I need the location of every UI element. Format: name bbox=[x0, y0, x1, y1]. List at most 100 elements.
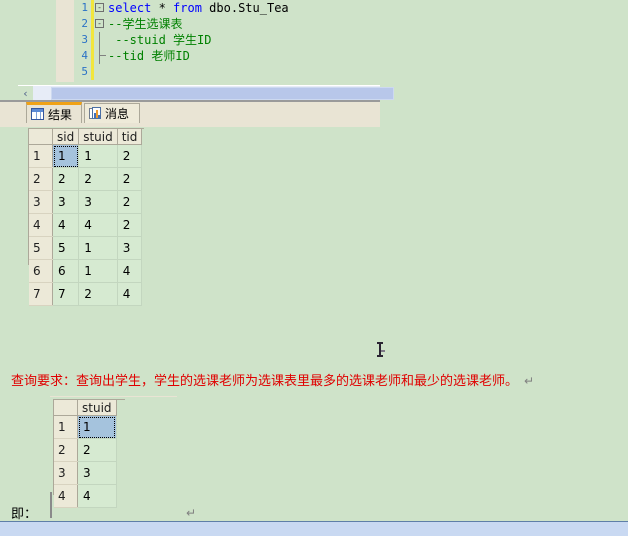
outline-guide-line bbox=[99, 48, 100, 64]
grid-cell[interactable]: 1 bbox=[78, 259, 118, 283]
editor-code-lines: 1- select * from dbo.Stu_Tea 2- --学生选课表 3 --… bbox=[0, 0, 628, 80]
line-number: 3 bbox=[81, 33, 88, 46]
grid-cell[interactable]: 2 bbox=[117, 144, 143, 168]
code-token: --学生选课表 bbox=[108, 17, 183, 31]
tab-results[interactable]: 结果 bbox=[26, 102, 82, 123]
row-number-cell[interactable]: 6 bbox=[29, 259, 53, 283]
scroll-left-arrow-icon[interactable]: ‹ bbox=[18, 86, 33, 101]
code-line[interactable]: 4 --tid 老师ID bbox=[0, 48, 628, 64]
scrollbar-track[interactable] bbox=[33, 86, 394, 101]
row-number-cell[interactable]: 4 bbox=[29, 213, 53, 237]
code-text: --tid 老师ID bbox=[108, 48, 190, 64]
tab-results-label: 结果 bbox=[48, 107, 73, 122]
row-number-cell[interactable]: 1 bbox=[54, 415, 78, 439]
table-row[interactable]: 6614 bbox=[29, 259, 143, 283]
table-row[interactable]: 5513 bbox=[29, 236, 143, 260]
code-line[interactable]: 2- --学生选课表 bbox=[0, 16, 628, 32]
tab-messages-label: 消息 bbox=[105, 107, 130, 121]
editor-horizontal-scrollbar[interactable]: ‹ bbox=[18, 85, 394, 101]
code-line[interactable]: 5 bbox=[0, 64, 628, 80]
code-token: dbo.Stu_Tea bbox=[201, 1, 289, 15]
grid-cell[interactable]: 1 bbox=[77, 415, 117, 439]
outline-end-tick bbox=[99, 55, 106, 56]
grid-cell[interactable]: 3 bbox=[117, 236, 143, 260]
second-results-grid[interactable]: stuid 1 1 2 2 3 3 4 4 bbox=[54, 400, 117, 508]
column-header[interactable]: stuid bbox=[78, 129, 118, 145]
grid-cell[interactable]: 3 bbox=[77, 461, 117, 485]
grid-cell[interactable]: 2 bbox=[77, 438, 117, 462]
grid-header-row: stuid bbox=[54, 400, 117, 416]
bottom-status-bar bbox=[0, 521, 628, 536]
row-number-cell[interactable]: 5 bbox=[29, 236, 53, 260]
code-text: --学生选课表 bbox=[108, 16, 182, 32]
table-row[interactable]: 22 bbox=[54, 438, 117, 462]
table-row[interactable]: 4442 bbox=[29, 213, 143, 237]
table-row[interactable]: 7724 bbox=[29, 282, 143, 306]
table-row[interactable]: 11 bbox=[54, 415, 117, 439]
grid-cell[interactable]: 2 bbox=[117, 213, 143, 237]
grid-cell[interactable]: 5 bbox=[52, 236, 80, 260]
conclusion-paragraph-mark-icon: ↵ bbox=[186, 506, 197, 520]
table-row[interactable]: 1112 bbox=[29, 144, 143, 168]
paragraph-mark-icon: ↵ bbox=[524, 374, 535, 388]
grid-cell[interactable]: 1 bbox=[52, 144, 80, 168]
line-number: 2 bbox=[81, 17, 88, 30]
code-text: select * from dbo.Stu_Tea bbox=[108, 0, 289, 16]
grid-corner-cell[interactable] bbox=[29, 129, 53, 145]
code-line[interactable]: 1- select * from dbo.Stu_Tea bbox=[0, 0, 628, 16]
results-grid[interactable]: sid stuid tid 1 1 1 2 2 2 2 2 3 3 3 2 4 4 4 2 5 5 1 3 6 6 1 4 7 7 2 4 bbox=[29, 129, 143, 306]
table-row[interactable]: 2222 bbox=[29, 167, 143, 191]
grid-cell[interactable]: 1 bbox=[78, 144, 118, 168]
row-number-cell[interactable]: 2 bbox=[54, 438, 78, 462]
code-token: select bbox=[108, 1, 152, 15]
line-number: 1 bbox=[81, 1, 88, 14]
table-row[interactable]: 44 bbox=[54, 484, 117, 508]
row-number-cell[interactable]: 1 bbox=[29, 144, 53, 168]
grid-cell[interactable]: 3 bbox=[78, 190, 118, 214]
outline-collapse-icon[interactable]: - bbox=[95, 19, 104, 28]
grid-cell[interactable]: 6 bbox=[52, 259, 80, 283]
grid-cell[interactable]: 2 bbox=[78, 282, 118, 306]
line-number: 5 bbox=[81, 65, 88, 78]
second-grid-rule bbox=[50, 396, 177, 397]
grid-cell[interactable]: 2 bbox=[117, 167, 143, 191]
text-ibeam-cursor bbox=[375, 342, 387, 362]
outline-guide-line bbox=[99, 32, 100, 48]
table-row[interactable]: 3332 bbox=[29, 190, 143, 214]
column-header[interactable]: sid bbox=[52, 129, 80, 145]
row-number-cell[interactable]: 3 bbox=[29, 190, 53, 214]
outline-collapse-icon[interactable]: - bbox=[95, 3, 104, 12]
grid-corner-cell[interactable] bbox=[54, 400, 78, 416]
code-line[interactable]: 3 --stuid 学生ID bbox=[0, 32, 628, 48]
grid-cell[interactable]: 4 bbox=[117, 259, 143, 283]
table-row[interactable]: 33 bbox=[54, 461, 117, 485]
grid-cell[interactable]: 4 bbox=[77, 484, 117, 508]
requirement-text: 查询要求：查询出学生，学生的选课老师为选课表里最多的选课老师和最少的选课老师。 bbox=[11, 374, 519, 389]
line-number: 4 bbox=[81, 49, 88, 62]
row-number-cell[interactable]: 4 bbox=[54, 484, 78, 508]
code-token: --tid 老师ID bbox=[108, 49, 190, 63]
row-number-cell[interactable]: 2 bbox=[29, 167, 53, 191]
grid-header-row: sid stuid tid bbox=[29, 129, 143, 145]
code-token: --stuid 学生ID bbox=[108, 33, 212, 47]
grid-cell[interactable]: 2 bbox=[117, 190, 143, 214]
grid-cell[interactable]: 7 bbox=[52, 282, 80, 306]
grid-cell[interactable]: 1 bbox=[78, 236, 118, 260]
grid-cell[interactable]: 2 bbox=[52, 167, 80, 191]
grid-cell[interactable]: 4 bbox=[117, 282, 143, 306]
requirement-text-line: 查询要求：查询出学生，学生的选课老师为选课表里最多的选课老师和最少的选课老师。 ↵ bbox=[11, 370, 534, 389]
grid-cell[interactable]: 4 bbox=[78, 213, 118, 237]
tab-messages[interactable]: 消息 bbox=[84, 103, 140, 123]
column-header[interactable]: tid bbox=[117, 129, 143, 145]
sql-code-editor[interactable]: 1- select * from dbo.Stu_Tea 2- --学生选课表 3 --… bbox=[0, 0, 628, 82]
column-header[interactable]: stuid bbox=[77, 400, 117, 416]
row-number-cell[interactable]: 7 bbox=[29, 282, 53, 306]
grid-cell[interactable]: 3 bbox=[52, 190, 80, 214]
report-icon bbox=[89, 107, 101, 120]
text-insertion-caret bbox=[50, 492, 52, 518]
grid-cell[interactable]: 2 bbox=[78, 167, 118, 191]
row-number-cell[interactable]: 3 bbox=[54, 461, 78, 485]
grid-icon bbox=[31, 108, 44, 120]
scrollbar-thumb[interactable] bbox=[51, 87, 394, 100]
grid-cell[interactable]: 4 bbox=[52, 213, 80, 237]
